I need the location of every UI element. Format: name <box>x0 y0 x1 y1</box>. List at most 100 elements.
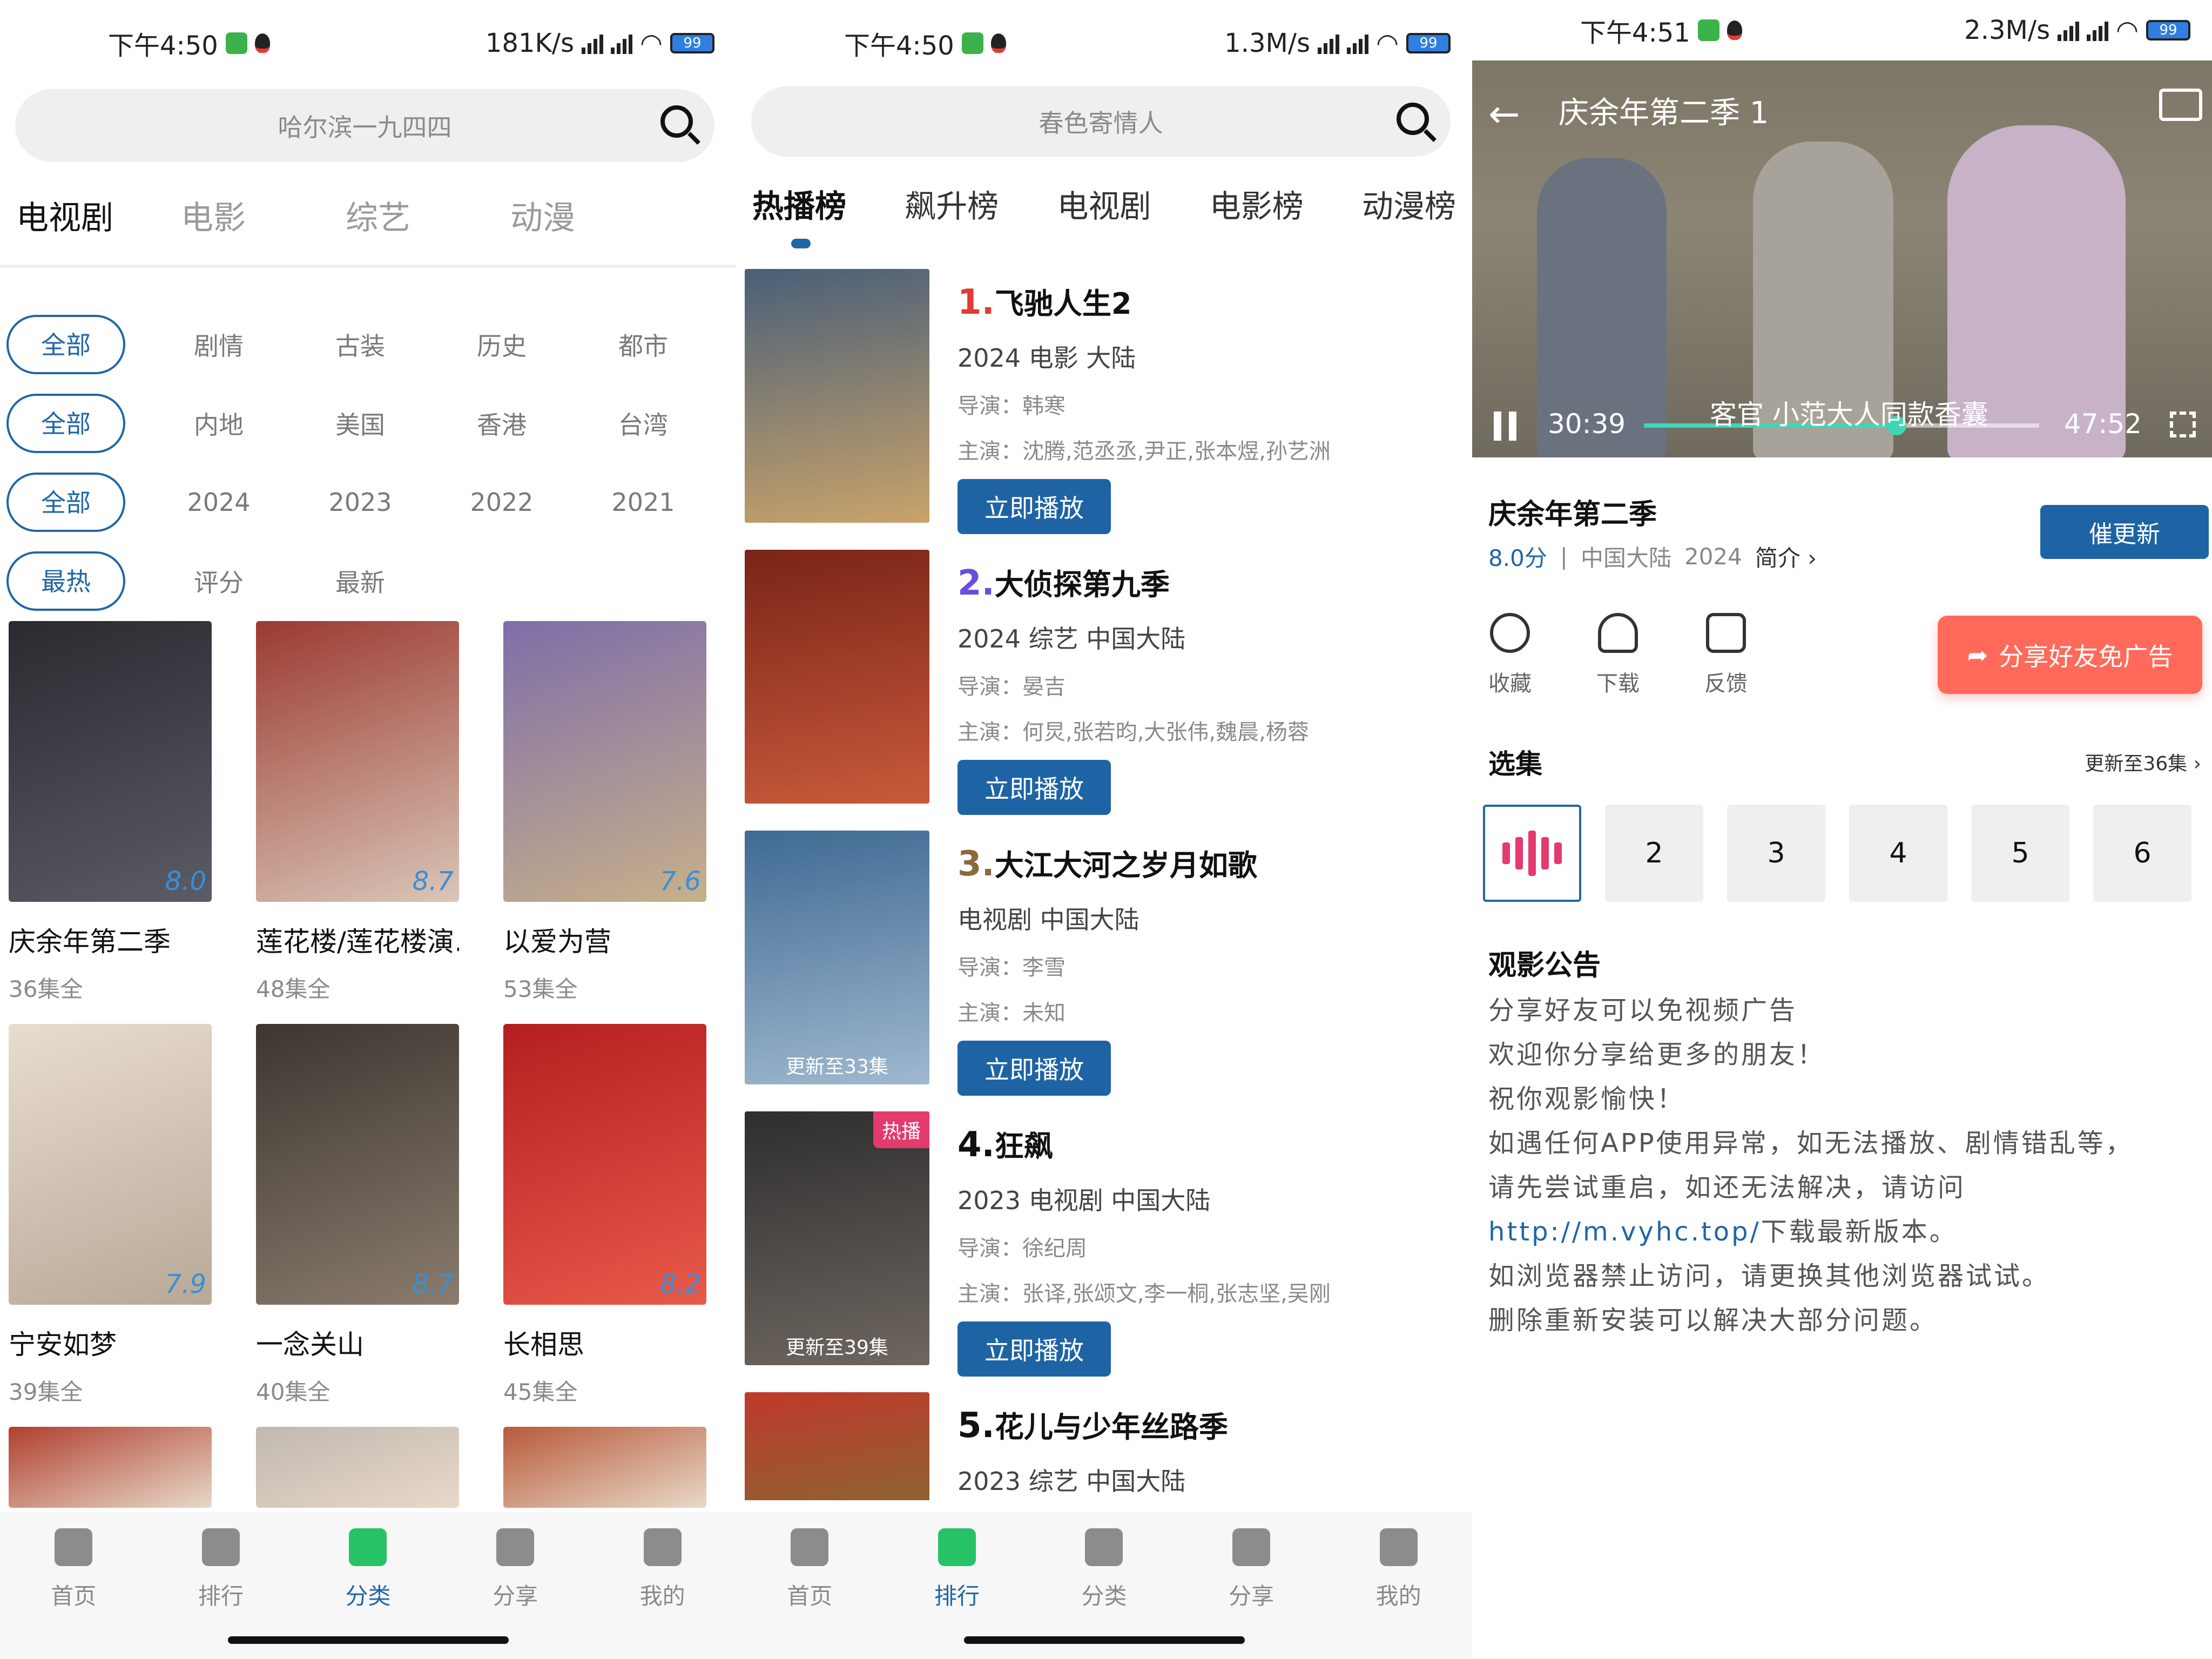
fullscreen-icon[interactable] <box>2170 412 2196 437</box>
filter-chip[interactable]: 2022 <box>431 488 572 517</box>
filter-chip[interactable]: 历史 <box>431 327 572 362</box>
share-button[interactable]: ➦ 分享好友免广告 <box>1938 616 2202 694</box>
filter-chip[interactable]: 最热 <box>6 551 125 611</box>
episodes-update-link[interactable]: 更新至36集 › <box>2085 748 2201 776</box>
nav-item-mine[interactable]: 我的 <box>609 1528 717 1659</box>
filter-chip[interactable]: 剧情 <box>148 327 289 362</box>
tab-tv[interactable]: 电视剧 <box>16 192 181 239</box>
home-indicator[interactable] <box>227 1636 509 1644</box>
poster-image[interactable]: 8.2 <box>503 1024 706 1305</box>
tab-tv[interactable]: 电视剧 <box>1057 181 1151 226</box>
tab-hot[interactable]: 热播榜 <box>752 181 846 226</box>
rating-badge: 7.9 <box>165 1269 206 1299</box>
signal-icon <box>1347 32 1369 54</box>
tab-movie[interactable]: 电影 <box>181 192 346 239</box>
filter-chip[interactable]: 台湾 <box>572 406 714 441</box>
episode-button[interactable]: 4 <box>1849 805 1947 902</box>
poster-image[interactable]: 8.0 <box>9 621 212 902</box>
episode-button[interactable]: 2 <box>1605 805 1703 902</box>
nav-item-home[interactable]: 首页 <box>19 1528 127 1659</box>
poster-image[interactable]: 7.9 <box>9 1024 212 1305</box>
nav-item-home[interactable]: 首页 <box>756 1528 864 1659</box>
filter-chip[interactable]: 2024 <box>148 488 289 517</box>
filter-chip[interactable]: 都市 <box>572 327 714 362</box>
item-title-line: 4.狂飙 <box>957 1122 1461 1165</box>
filter-chip[interactable]: 全部 <box>6 473 125 532</box>
ranking-item[interactable]: 5.花儿与少年丝路季 2023 综艺 中国大陆 <box>745 1392 1461 1500</box>
poster-image[interactable] <box>9 1427 212 1508</box>
ranking-item[interactable]: 热播 更新至39集 4.狂飙 2023 电视剧 中国大陆 导演：徐纪周 主演：张译,张颂文… <box>745 1111 1461 1392</box>
filter-chip[interactable]: 最新 <box>289 563 431 599</box>
episode-current[interactable] <box>1483 805 1581 902</box>
tab-rising[interactable]: 飙升榜 <box>905 181 999 226</box>
filter-chip[interactable]: 香港 <box>431 406 572 441</box>
back-arrow-icon[interactable]: ← <box>1488 92 1520 136</box>
filter-chip[interactable]: 全部 <box>6 315 125 374</box>
play-now-button[interactable]: 立即播放 <box>957 1041 1111 1096</box>
intro-link[interactable]: 简介 › <box>1755 540 1817 573</box>
filter-chip[interactable]: 内地 <box>148 406 289 441</box>
episode-button[interactable]: 5 <box>1971 805 2069 902</box>
filter-chip[interactable]: 评分 <box>148 563 289 599</box>
filter-chip[interactable]: 2021 <box>572 488 714 517</box>
cast-icon[interactable] <box>2159 89 2202 121</box>
tab-movie[interactable]: 电影榜 <box>1210 181 1304 226</box>
show-card[interactable]: 8.7 一念关山 40集全 <box>256 1024 459 1427</box>
wechat-icon <box>225 32 247 54</box>
search-icon[interactable] <box>1397 103 1429 135</box>
ranking-item[interactable]: 2.大侦探第九季 2024 综艺 中国大陆 导演：晏吉 主演：何炅,张若昀,大张伟,魏… <box>745 550 1461 831</box>
poster-image[interactable]: 更新至33集 <box>745 831 929 1084</box>
show-title: 宁安如梦 <box>9 1329 117 1360</box>
now-playing-icon <box>1502 831 1562 876</box>
download-link[interactable]: http://m.vyhc.top/ <box>1488 1217 1761 1247</box>
favorite-button[interactable]: 收藏 <box>1488 613 1532 697</box>
search-icon[interactable] <box>660 105 693 138</box>
play-now-button[interactable]: 立即播放 <box>957 479 1111 534</box>
play-now-button[interactable]: 立即播放 <box>957 1321 1111 1377</box>
filter-chip[interactable]: 全部 <box>6 394 125 453</box>
poster-image[interactable] <box>256 1427 459 1508</box>
score: 8.0分 <box>1488 545 1547 571</box>
nav-item-mine[interactable]: 我的 <box>1345 1528 1453 1659</box>
video-player[interactable]: ← 庆余年第二季 1 30:39 客官 小范大人同款香囊 47:52 <box>1472 60 2212 457</box>
filter-panel: 全部 剧情 古装 历史 都市 全部 内地 美国 香港 台湾 全部 2024 20… <box>6 305 736 621</box>
tab-variety[interactable]: 综艺 <box>346 192 510 239</box>
filter-chip[interactable]: 古装 <box>289 327 431 362</box>
search-bar[interactable]: 哈尔滨一九四四 <box>15 89 714 162</box>
urge-update-button[interactable]: 催更新 <box>2040 505 2209 559</box>
show-card[interactable]: 8.0 庆余年第二季 36集全 <box>9 621 212 1024</box>
rating-badge: 8.7 <box>412 1269 454 1299</box>
poster-image[interactable] <box>503 1427 706 1508</box>
show-card[interactable]: 8.7 莲花楼/莲花楼演… 48集全 <box>256 621 459 1024</box>
mine-icon <box>643 1528 682 1566</box>
search-bar[interactable]: 春色寄情人 <box>751 86 1451 157</box>
signal-icon <box>582 32 604 54</box>
tab-anime[interactable]: 动漫 <box>510 192 675 239</box>
filter-chip[interactable]: 美国 <box>289 406 431 441</box>
pause-icon[interactable] <box>1494 412 1516 441</box>
poster-image[interactable]: 8.7 <box>256 1024 459 1305</box>
notice-line-with-link: http://m.vyhc.top/下载最新版本。 <box>1488 1210 2190 1254</box>
show-card[interactable]: 8.2 长相思 45集全 <box>503 1024 706 1427</box>
episode-button[interactable]: 6 <box>2093 805 2191 902</box>
episode-button[interactable]: 3 <box>1727 805 1825 902</box>
show-card[interactable]: 7.9 宁安如梦 39集全 <box>9 1024 212 1427</box>
feedback-button[interactable]: 反馈 <box>1704 613 1748 697</box>
ranking-item[interactable]: 1.飞驰人生2 2024 电影 大陆 导演：韩寒 主演：沈腾,范丞丞,尹正,张本煜,孙… <box>745 269 1461 550</box>
show-card[interactable]: 7.6 以爱为营 53集全 <box>503 621 706 1024</box>
poster-image[interactable] <box>745 1392 929 1500</box>
download-button[interactable]: 下载 <box>1596 613 1640 697</box>
cloud-download-icon <box>1598 613 1638 653</box>
filter-chip[interactable]: 2023 <box>289 488 431 517</box>
poster-image[interactable]: 热播 更新至39集 <box>745 1111 929 1365</box>
poster-image[interactable]: 7.6 <box>503 621 706 902</box>
home-indicator[interactable] <box>963 1636 1245 1644</box>
poster-image[interactable] <box>745 550 929 804</box>
tab-anime[interactable]: 动漫榜 <box>1362 181 1456 226</box>
ranking-item[interactable]: 更新至33集 3.大江大河之岁月如歌 电视剧 中国大陆 导演：李雪 主演：未知 立即播放 <box>745 831 1461 1111</box>
play-now-button[interactable]: 立即播放 <box>957 760 1111 815</box>
rank-number: 2. <box>957 563 995 603</box>
show-title: 庆余年第二季 <box>9 926 171 957</box>
poster-image[interactable]: 8.7 <box>256 621 459 902</box>
poster-image[interactable] <box>745 269 929 523</box>
